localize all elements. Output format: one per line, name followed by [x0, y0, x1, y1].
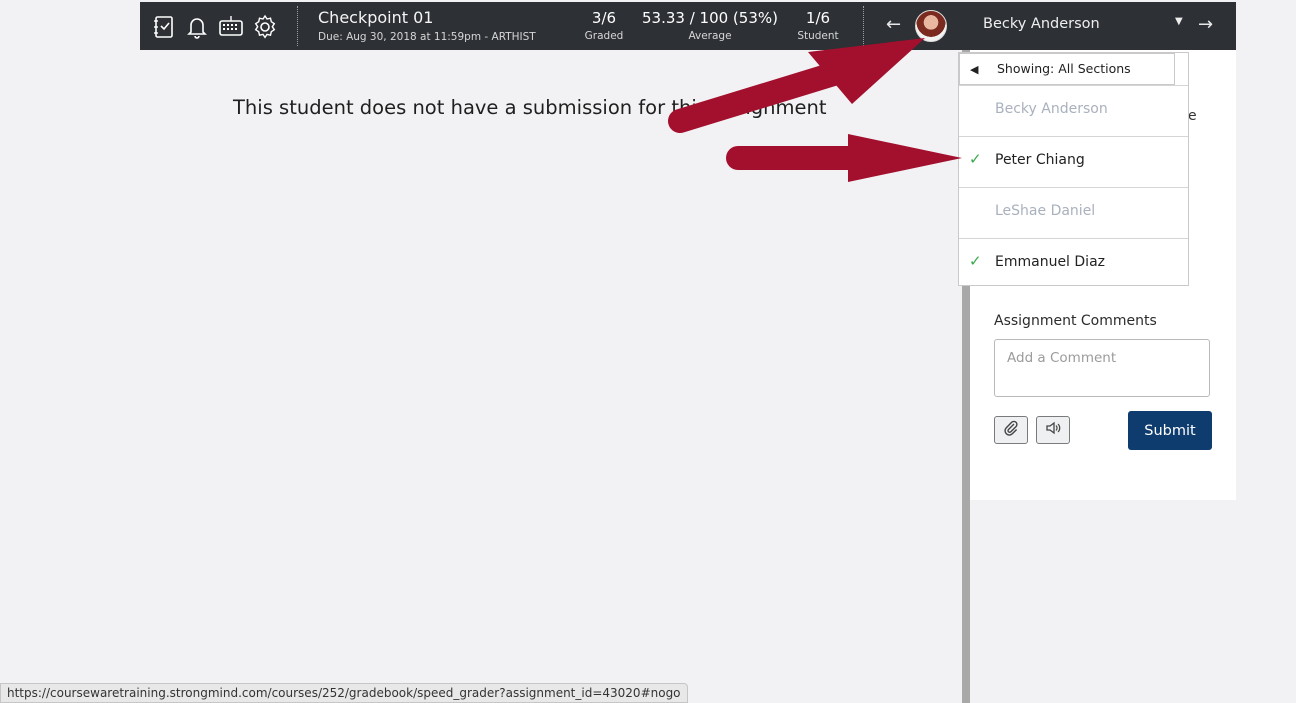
- paperclip-icon: [1002, 419, 1020, 441]
- assignment-title: Checkpoint 01: [318, 8, 434, 27]
- header-divider: [297, 6, 298, 46]
- check-icon: ✓: [969, 150, 982, 168]
- partial-panel-text: e: [1188, 108, 1197, 124]
- average-stat: 53.33 / 100 (53%) Average: [640, 9, 780, 42]
- student-index-value: 1/6: [805, 9, 831, 27]
- graded-value: 3/6: [591, 9, 617, 27]
- attach-file-button[interactable]: [994, 416, 1028, 444]
- comment-textarea[interactable]: Add a Comment: [994, 339, 1210, 397]
- speaker-icon: [1044, 419, 1062, 441]
- submit-button[interactable]: Submit: [1128, 411, 1212, 450]
- section-filter[interactable]: ◀ Showing: All Sections: [959, 53, 1175, 85]
- student-option[interactable]: ✓ Emmanuel Diaz: [959, 238, 1188, 289]
- student-option-name: Peter Chiang: [995, 152, 1085, 168]
- student-selector-name[interactable]: Becky Anderson: [983, 16, 1100, 32]
- average-label: Average: [688, 30, 732, 42]
- annotation-arrow-to-peter-chiang: [726, 134, 962, 182]
- caret-down-icon[interactable]: ▼: [1175, 16, 1183, 27]
- student-option-name: Emmanuel Diaz: [995, 254, 1105, 270]
- assignment-due-date: Due: Aug 30, 2018 at 11:59pm - ARTHIST: [318, 31, 536, 43]
- gear-icon[interactable]: [252, 14, 278, 40]
- browser-status-url: https://coursewaretraining.strongmind.co…: [0, 683, 688, 703]
- check-icon: ✓: [969, 252, 982, 270]
- graded-stat: 3/6 Graded: [577, 9, 631, 42]
- bell-icon[interactable]: [184, 14, 210, 40]
- student-option-name: LeShae Daniel: [995, 203, 1096, 219]
- section-filter-label: Showing: All Sections: [997, 61, 1131, 76]
- arrow-right-icon[interactable]: →: [1198, 14, 1213, 35]
- student-stat: 1/6 Student: [791, 9, 845, 42]
- no-submission-message: This student does not have a submission …: [233, 96, 827, 119]
- student-option[interactable]: LeShae Daniel: [959, 187, 1188, 238]
- media-comment-button[interactable]: [1036, 416, 1070, 444]
- student-option[interactable]: ✓ Peter Chiang: [959, 136, 1188, 187]
- graded-label: Graded: [584, 30, 624, 42]
- student-index-label: Student: [797, 30, 839, 42]
- student-option[interactable]: Becky Anderson: [959, 85, 1188, 136]
- avatar[interactable]: [915, 10, 947, 42]
- keyboard-icon[interactable]: [218, 14, 244, 40]
- triangle-left-icon: ◀: [970, 63, 979, 76]
- gradebook-icon[interactable]: [151, 14, 177, 40]
- speedgrader-header: Checkpoint 01 Due: Aug 30, 2018 at 11:59…: [140, 2, 1236, 50]
- assignment-comments-label: Assignment Comments: [994, 313, 1157, 329]
- student-dropdown: ◀ Showing: All Sections Becky Anderson ✓…: [958, 52, 1189, 286]
- arrow-left-icon[interactable]: ←: [886, 14, 901, 35]
- student-option-name: Becky Anderson: [995, 101, 1108, 117]
- average-value: 53.33 / 100 (53%): [642, 9, 778, 27]
- header-divider-2: [863, 6, 864, 46]
